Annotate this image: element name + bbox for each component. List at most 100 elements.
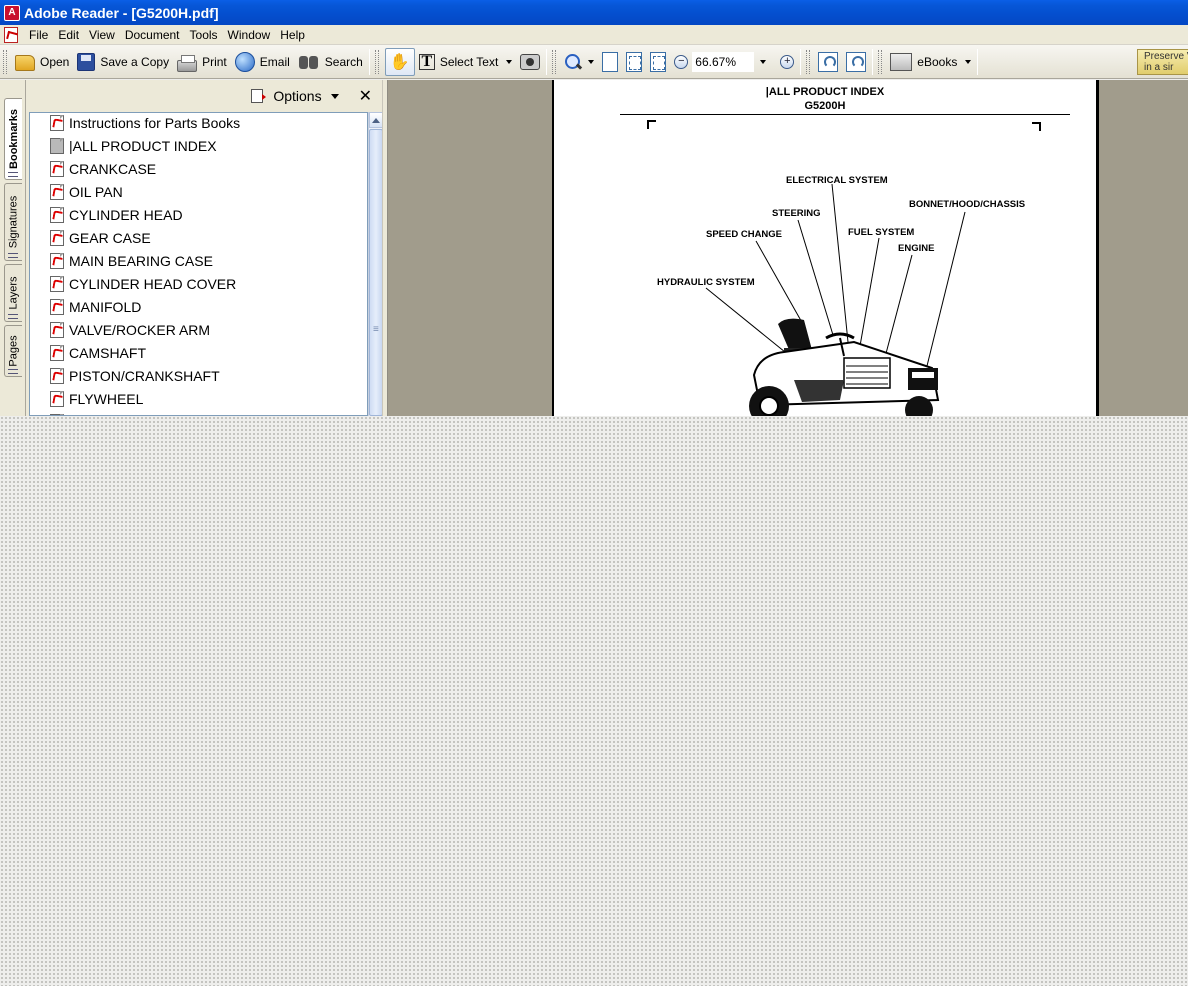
zoom-level-dropdown-icon[interactable] — [760, 59, 767, 64]
preserve-promo-button[interactable]: Preserve V in a sir — [1137, 49, 1188, 75]
snapshot-button[interactable] — [516, 49, 544, 75]
zoom-in-button[interactable]: + — [776, 49, 798, 75]
bookmark-item[interactable]: CYLINDER HEAD — [50, 203, 183, 226]
bookmarks-scrollbar[interactable] — [368, 112, 383, 416]
tab-pages[interactable]: Pages — [4, 325, 22, 377]
bookmark-item[interactable]: PISTON/CRANKSHAFT — [50, 364, 220, 387]
toolbar-separator — [872, 48, 874, 75]
toolbar-grip[interactable] — [552, 49, 557, 74]
hand-tool-button[interactable]: ✋ — [384, 47, 415, 76]
floppy-disk-icon — [77, 52, 96, 71]
close-panel-icon[interactable]: ✕ — [359, 86, 372, 106]
menu-help[interactable]: Help — [275, 28, 310, 42]
menu-edit[interactable]: Edit — [53, 28, 84, 42]
bookmark-item[interactable]: CAMSHAFT — [50, 341, 146, 364]
document-menu-icon[interactable] — [4, 26, 18, 43]
bookmark-label: MAIN BEARING CASE — [69, 252, 213, 269]
callout-steering: STEERING — [772, 208, 821, 219]
pdf-page-icon — [50, 390, 64, 407]
tab-signatures-label: Signatures — [7, 195, 20, 249]
zoom-level-field[interactable]: 66.67% — [692, 51, 755, 72]
bookmark-item[interactable]: CYLINDER HEAD COVER — [50, 272, 236, 295]
preserve-line-2: in a sir — [1144, 62, 1174, 73]
bookmark-label: MANIFOLD — [69, 298, 142, 315]
bookmark-label: VALVE/ROCKER ARM — [69, 321, 211, 338]
fit-page-button[interactable] — [622, 49, 646, 75]
save-copy-button[interactable]: Save a Copy — [73, 49, 173, 75]
bookmark-item[interactable]: VALVE/ROCKER ARM — [50, 318, 210, 341]
rotate-clockwise-button[interactable] — [814, 49, 842, 75]
select-text-button[interactable]: T Select Text — [415, 49, 516, 75]
print-button[interactable]: Print — [173, 49, 231, 75]
toolbar: Open Save a Copy Print Email Search ✋ T … — [0, 45, 1188, 79]
save-copy-label: Save a Copy — [100, 54, 170, 69]
print-label: Print — [202, 54, 227, 69]
ebooks-dropdown-icon[interactable] — [965, 59, 972, 64]
bookmark-label: CAMSHAFT — [69, 344, 146, 361]
fit-width-icon — [650, 51, 667, 72]
callout-bonnet-hood-chassis: BONNET/HOOD/CHASSIS — [909, 199, 1026, 210]
pdf-page-icon — [50, 229, 64, 246]
bookmark-item[interactable]: GEAR CASE — [50, 226, 151, 249]
zoom-out-button[interactable]: − — [670, 49, 692, 75]
bookmark-item[interactable]: MAIN BEARING CASE — [50, 249, 213, 272]
title-bar[interactable]: A Adobe Reader - [G5200H.pdf] — [0, 0, 1188, 25]
pdf-page-icon — [50, 252, 64, 269]
bookmark-label: CYLINDER HEAD — [69, 206, 183, 223]
plus-circle-icon: + — [780, 54, 795, 69]
ebooks-button[interactable]: eBooks — [886, 49, 975, 75]
menu-bar: File Edit View Document Tools Window Hel… — [0, 25, 1188, 45]
email-button[interactable]: Email — [231, 49, 294, 75]
toolbar-grip[interactable] — [374, 49, 379, 74]
tab-bookmarks[interactable]: Bookmarks — [4, 98, 22, 180]
ebook-icon — [890, 52, 913, 71]
bookmark-item[interactable]: |ALL PRODUCT INDEX — [50, 134, 217, 157]
options-dropdown-icon[interactable] — [330, 93, 339, 99]
menu-document[interactable]: Document — [120, 28, 185, 42]
open-label: Open — [40, 54, 70, 69]
toolbar-grip[interactable] — [3, 49, 7, 74]
preserve-line-1: Preserve V — [1144, 51, 1188, 62]
menu-window[interactable]: Window — [223, 28, 276, 42]
select-text-dropdown-icon[interactable] — [506, 59, 513, 64]
bookmark-label: PISTON/CRANKSHAFT — [69, 367, 220, 384]
callout-speed-change: SPEED CHANGE — [706, 229, 783, 240]
bookmark-item[interactable]: MANIFOLD — [50, 295, 141, 318]
rotate-counterclockwise-button[interactable] — [842, 49, 870, 75]
menu-view[interactable]: View — [84, 28, 120, 42]
printer-icon — [177, 54, 198, 72]
zoom-in-tool-button[interactable] — [560, 49, 598, 75]
toolbar-grip[interactable] — [878, 49, 883, 74]
scroll-up-icon[interactable] — [369, 112, 383, 128]
bookmark-item[interactable]: Instructions for Parts Books — [50, 113, 240, 134]
fit-width-button[interactable] — [646, 49, 670, 75]
bookmark-item[interactable]: FLYWHEEL — [50, 387, 143, 410]
open-button[interactable]: Open — [11, 49, 73, 75]
menu-tools[interactable]: Tools — [185, 28, 223, 42]
pdf-page-icon — [50, 206, 64, 223]
magnifier-icon — [564, 53, 582, 71]
scrollbar-thumb[interactable] — [369, 129, 383, 416]
tab-layers[interactable]: Layers — [4, 264, 22, 322]
folder-open-icon — [15, 54, 35, 71]
bookmark-item[interactable]: N — [50, 410, 79, 415]
bookmark-item[interactable]: OIL PAN — [50, 180, 123, 203]
options-label[interactable]: Options — [273, 88, 321, 104]
select-text-label: Select Text — [439, 54, 499, 69]
zoom-tool-dropdown-icon[interactable] — [588, 59, 595, 64]
bookmark-item[interactable]: CRANKCASE — [50, 157, 156, 180]
document-view[interactable]: |ALL PRODUCT INDEX G5200H ELECTRICAL SYS… — [388, 80, 1188, 416]
search-button[interactable]: Search — [294, 49, 367, 75]
toolbar-grip[interactable] — [806, 49, 811, 74]
actual-size-button[interactable] — [598, 49, 622, 75]
callout-engine: ENGINE — [898, 243, 935, 254]
tab-pages-label: Pages — [7, 335, 20, 367]
email-label: Email — [259, 54, 290, 69]
bookmarks-panel: Options ✕ Instructions for Parts Books |… — [26, 80, 383, 416]
options-icon[interactable] — [251, 89, 267, 103]
menu-file[interactable]: File — [24, 28, 53, 42]
bookmarks-list: Instructions for Parts Books |ALL PRODUC… — [29, 112, 368, 416]
fit-page-icon — [626, 51, 643, 72]
tab-bookmarks-label: Bookmarks — [7, 109, 20, 169]
tab-signatures[interactable]: Signatures — [4, 183, 22, 261]
